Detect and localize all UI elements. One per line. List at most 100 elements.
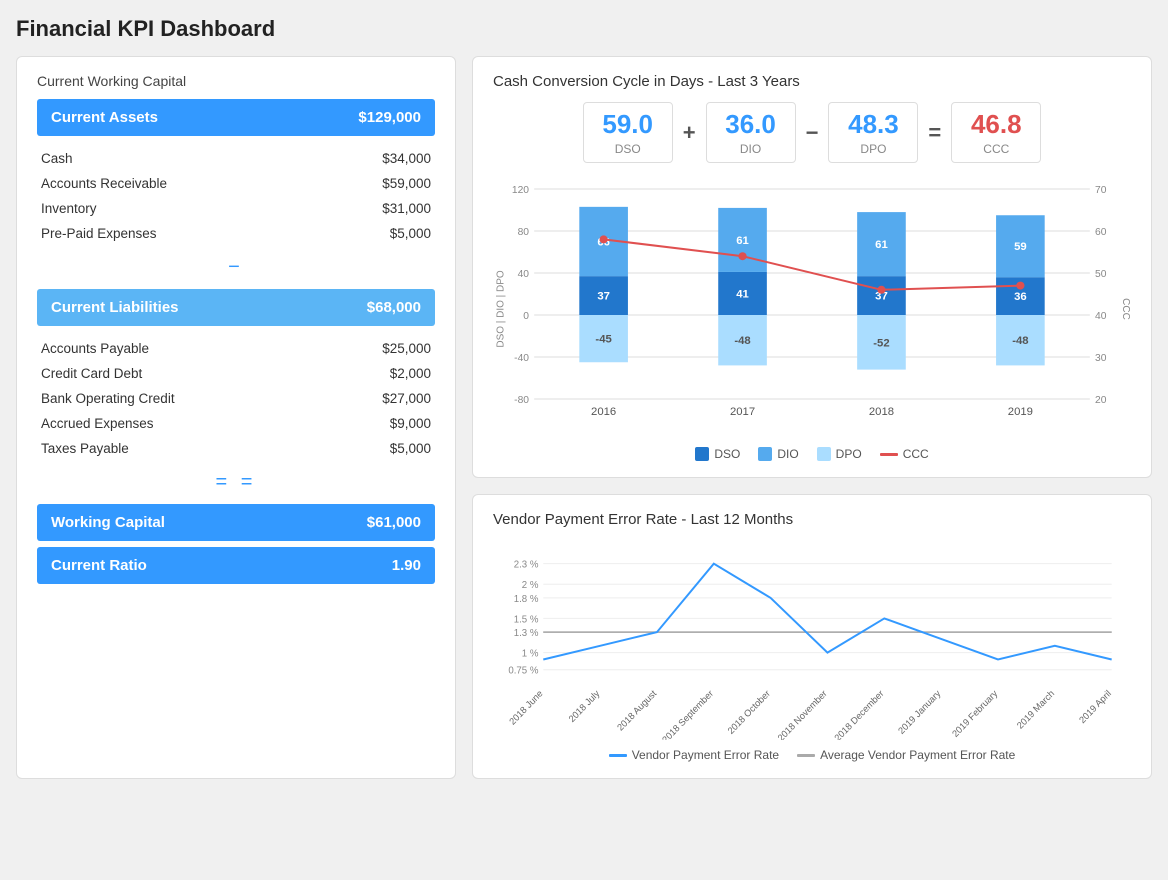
ccc-kpi-row: 59.0DSO+36.0DIO−48.3DPO=46.8CCC bbox=[493, 102, 1131, 163]
current-ratio-label: Current Ratio bbox=[51, 557, 147, 574]
svg-text:-80: -80 bbox=[514, 395, 529, 406]
kpi-operator: = bbox=[918, 120, 951, 146]
svg-text:-52: -52 bbox=[873, 337, 889, 349]
working-capital-value: $61,000 bbox=[367, 514, 421, 531]
svg-text:30: 30 bbox=[1095, 353, 1107, 364]
svg-text:40: 40 bbox=[518, 269, 530, 280]
right-panels: Cash Conversion Cycle in Days - Last 3 Y… bbox=[472, 56, 1152, 779]
svg-text:-45: -45 bbox=[595, 334, 611, 346]
asset-line-item: Inventory$31,000 bbox=[37, 196, 435, 221]
ccc-panel: Cash Conversion Cycle in Days - Last 3 Y… bbox=[472, 56, 1152, 478]
current-assets-header: Current Assets $129,000 bbox=[37, 99, 435, 136]
svg-text:20: 20 bbox=[1095, 395, 1107, 406]
current-liabilities-value: $68,000 bbox=[367, 299, 421, 316]
svg-text:2018 November: 2018 November bbox=[776, 688, 829, 740]
vendor-legend-line bbox=[797, 754, 815, 757]
kpi-operator: − bbox=[796, 120, 829, 146]
legend-color-box bbox=[758, 447, 772, 461]
svg-text:60: 60 bbox=[1095, 227, 1107, 238]
working-capital-section: Working Capital $61,000 Current Ratio 1.… bbox=[37, 504, 435, 584]
svg-text:0: 0 bbox=[523, 311, 529, 322]
kpi-label: DIO bbox=[725, 142, 777, 156]
liability-label: Credit Card Debt bbox=[41, 366, 142, 381]
svg-text:41: 41 bbox=[736, 289, 749, 301]
svg-text:2018 July: 2018 July bbox=[567, 688, 602, 724]
liability-label: Bank Operating Credit bbox=[41, 391, 175, 406]
svg-text:40: 40 bbox=[1095, 311, 1107, 322]
liability-label: Accounts Payable bbox=[41, 341, 149, 356]
liability-label: Accrued Expenses bbox=[41, 416, 154, 431]
asset-label: Inventory bbox=[41, 201, 97, 216]
working-capital-label: Working Capital bbox=[51, 514, 165, 531]
svg-text:2018 August: 2018 August bbox=[615, 688, 658, 733]
svg-text:2019 March: 2019 March bbox=[1015, 688, 1056, 731]
kpi-label: DSO bbox=[602, 142, 654, 156]
svg-text:-48: -48 bbox=[734, 335, 750, 347]
current-ratio-value: 1.90 bbox=[392, 557, 421, 574]
kpi-operator: + bbox=[673, 120, 706, 146]
svg-text:61: 61 bbox=[736, 235, 749, 247]
svg-text:80: 80 bbox=[518, 227, 530, 238]
legend-line-indicator bbox=[880, 453, 898, 456]
minus-separator: − bbox=[37, 256, 435, 279]
vendor-chart-container: 0.75 %1 %1.3 %1.5 %1.8 %2 %2.3 %2018 Jun… bbox=[493, 540, 1131, 740]
svg-text:2.3 %: 2.3 % bbox=[514, 560, 539, 571]
asset-label: Pre-Paid Expenses bbox=[41, 226, 157, 241]
svg-text:61: 61 bbox=[875, 239, 888, 251]
asset-value: $34,000 bbox=[382, 151, 431, 166]
svg-text:2018 October: 2018 October bbox=[726, 688, 772, 736]
svg-text:37: 37 bbox=[597, 291, 610, 303]
liability-value: $27,000 bbox=[382, 391, 431, 406]
svg-text:-40: -40 bbox=[514, 353, 529, 364]
svg-text:2019 February: 2019 February bbox=[950, 688, 999, 739]
bar-chart-svg: -80-4004080120203040506070DSO | DIO | DP… bbox=[493, 179, 1131, 439]
asset-value: $5,000 bbox=[390, 226, 431, 241]
ccc-legend-item: DIO bbox=[758, 447, 798, 461]
asset-line-item: Accounts Receivable $59,000 bbox=[37, 171, 435, 196]
svg-text:2018 September: 2018 September bbox=[660, 688, 715, 740]
svg-text:2019 April: 2019 April bbox=[1077, 688, 1113, 725]
legend-label: DSO bbox=[714, 447, 740, 461]
liability-value: $5,000 bbox=[390, 441, 431, 456]
svg-text:2018 June: 2018 June bbox=[507, 688, 544, 727]
asset-label: Cash bbox=[41, 151, 73, 166]
svg-text:-48: -48 bbox=[1012, 335, 1028, 347]
kpi-box: 46.8CCC bbox=[951, 102, 1041, 163]
liability-label: Taxes Payable bbox=[41, 441, 129, 456]
ccc-legend: DSO DIO DPO CCC bbox=[493, 447, 1131, 461]
ccc-legend-item: DPO bbox=[817, 447, 862, 461]
svg-text:2018: 2018 bbox=[869, 406, 894, 418]
svg-text:1.8 %: 1.8 % bbox=[514, 594, 539, 605]
vendor-legend-label: Average Vendor Payment Error Rate bbox=[820, 748, 1015, 762]
kpi-label: CCC bbox=[970, 142, 1022, 156]
kpi-label: DPO bbox=[847, 142, 899, 156]
working-capital-row: Working Capital $61,000 bbox=[37, 504, 435, 541]
current-ratio-row: Current Ratio 1.90 bbox=[37, 547, 435, 584]
svg-text:36: 36 bbox=[1014, 291, 1027, 303]
asset-value: $59,000 bbox=[382, 176, 431, 191]
ccc-legend-item: CCC bbox=[880, 447, 929, 461]
svg-text:2019 January: 2019 January bbox=[896, 688, 942, 736]
legend-label: DIO bbox=[777, 447, 798, 461]
liabilities-list: Accounts Payable $25,000 Credit Card Debt $… bbox=[37, 336, 435, 461]
dashboard-title: Financial KPI Dashboard bbox=[16, 16, 1152, 42]
kpi-value: 36.0 bbox=[725, 109, 777, 140]
svg-text:70: 70 bbox=[1095, 185, 1107, 196]
legend-color-box bbox=[817, 447, 831, 461]
svg-text:2 %: 2 % bbox=[522, 580, 539, 591]
liability-value: $25,000 bbox=[382, 341, 431, 356]
svg-text:1 %: 1 % bbox=[522, 648, 539, 659]
kpi-box: 36.0 DIO bbox=[706, 102, 796, 163]
legend-color-box bbox=[695, 447, 709, 461]
asset-label: Accounts Receivable bbox=[41, 176, 167, 191]
liability-line-item: Accounts Payable $25,000 bbox=[37, 336, 435, 361]
kpi-box: 59.0DSO bbox=[583, 102, 673, 163]
svg-text:2018 December: 2018 December bbox=[833, 688, 886, 740]
vendor-legend-line bbox=[609, 754, 627, 757]
liability-value: $9,000 bbox=[390, 416, 431, 431]
current-assets-label: Current Assets bbox=[51, 109, 158, 126]
svg-text:2017: 2017 bbox=[730, 406, 755, 418]
equals-separator: = = bbox=[37, 471, 435, 494]
section-title: Current Working Capital bbox=[37, 73, 435, 89]
svg-text:59: 59 bbox=[1014, 241, 1027, 253]
